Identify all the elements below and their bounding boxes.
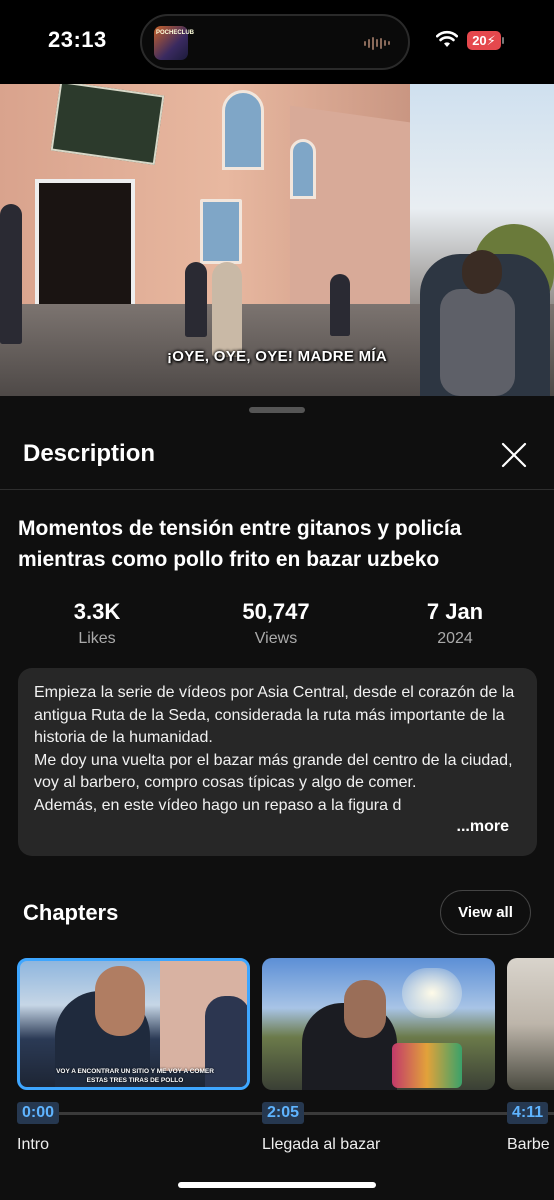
video-frame-sign	[50, 84, 165, 165]
view-all-button[interactable]: View all	[440, 890, 531, 935]
wifi-icon	[436, 30, 458, 47]
audio-waveform-icon	[364, 36, 390, 50]
description-text: Empieza la serie de vídeos por Asia Cent…	[34, 684, 515, 814]
video-frame-building-side	[290, 105, 410, 323]
stat-views: 50,747 Views	[196, 599, 356, 648]
sheet-title: Description	[23, 440, 156, 467]
stat-label: 2024	[437, 630, 473, 647]
close-icon[interactable]	[499, 440, 529, 470]
stat-label: Views	[254, 630, 298, 647]
video-title: Momentos de tensión entre gitanos y poli…	[18, 517, 462, 571]
video-frame-backpack	[440, 289, 515, 396]
home-indicator[interactable]	[178, 1182, 376, 1188]
chapter-card-intro[interactable]: VOY A ENCONTRAR UN SITIO Y ME VOY A COME…	[17, 958, 250, 1090]
thumb-caption: VOY A ENCONTRAR UN SITIO Y ME VOY A COME…	[56, 1068, 214, 1084]
chapter-time: 4:11	[507, 1102, 549, 1124]
chapter-label: Barbe	[507, 1136, 550, 1153]
video-frame-person	[0, 204, 22, 344]
battery-indicator: 20⚡	[467, 31, 504, 50]
chapters-heading: Chapters	[23, 900, 119, 925]
video-frame-window	[290, 139, 316, 199]
video-frame-person	[185, 262, 207, 337]
chapter-label: Llegada al bazar	[262, 1136, 381, 1153]
video-player[interactable]: ¡OYE, OYE, OYE! MADRE MÍA	[0, 84, 554, 396]
stat-value: 7 Jan	[426, 599, 484, 624]
island-app-label: POCHECLUB	[156, 30, 195, 36]
now-playing-artwork: POCHECLUB	[154, 26, 194, 60]
video-frame-window	[200, 199, 242, 264]
chapter-thumbnail	[507, 958, 554, 1090]
video-frame-door	[35, 179, 135, 309]
stat-label: Likes	[78, 630, 116, 647]
chapter-thumbnail	[262, 958, 495, 1090]
video-frame-window	[222, 90, 264, 170]
video-subtitle: ¡OYE, OYE, OYE! MADRE MÍA	[166, 348, 388, 365]
drag-handle[interactable]	[249, 407, 305, 413]
more-button[interactable]: ...more	[426, 818, 509, 836]
video-frame-person	[330, 274, 350, 336]
description-sheet: Description Momentos de tensión entre gi…	[0, 396, 554, 1200]
chapter-thumbnail: VOY A ENCONTRAR UN SITIO Y ME VOY A COME…	[17, 958, 250, 1090]
thumb-stall	[392, 1043, 462, 1088]
status-bar: 23:13 POCHECLUB 20⚡	[0, 0, 554, 84]
description-box[interactable]: Empieza la serie de vídeos por Asia Cent…	[18, 668, 537, 856]
chapter-card-bazar[interactable]	[262, 958, 495, 1090]
video-frame-person	[212, 262, 242, 357]
divider	[0, 489, 554, 490]
thumb-sun	[402, 968, 462, 1018]
clock: 23:13	[48, 27, 107, 52]
stat-date: 7 Jan 2024	[375, 599, 535, 648]
thumb-face	[95, 966, 145, 1036]
chapter-time: 2:05	[262, 1102, 305, 1124]
thumb-face	[344, 980, 386, 1038]
stat-likes: 3.3K Likes	[17, 599, 177, 648]
stat-value: 3.3K	[73, 599, 121, 624]
chapter-card-barbero[interactable]	[507, 958, 554, 1090]
dynamic-island[interactable]: POCHECLUB	[140, 14, 410, 70]
battery-level: 20	[472, 33, 487, 48]
chapter-time: 0:00	[17, 1102, 60, 1124]
video-frame-head	[462, 250, 502, 294]
chapter-label: Intro	[17, 1136, 50, 1153]
stat-value: 50,747	[242, 599, 310, 624]
